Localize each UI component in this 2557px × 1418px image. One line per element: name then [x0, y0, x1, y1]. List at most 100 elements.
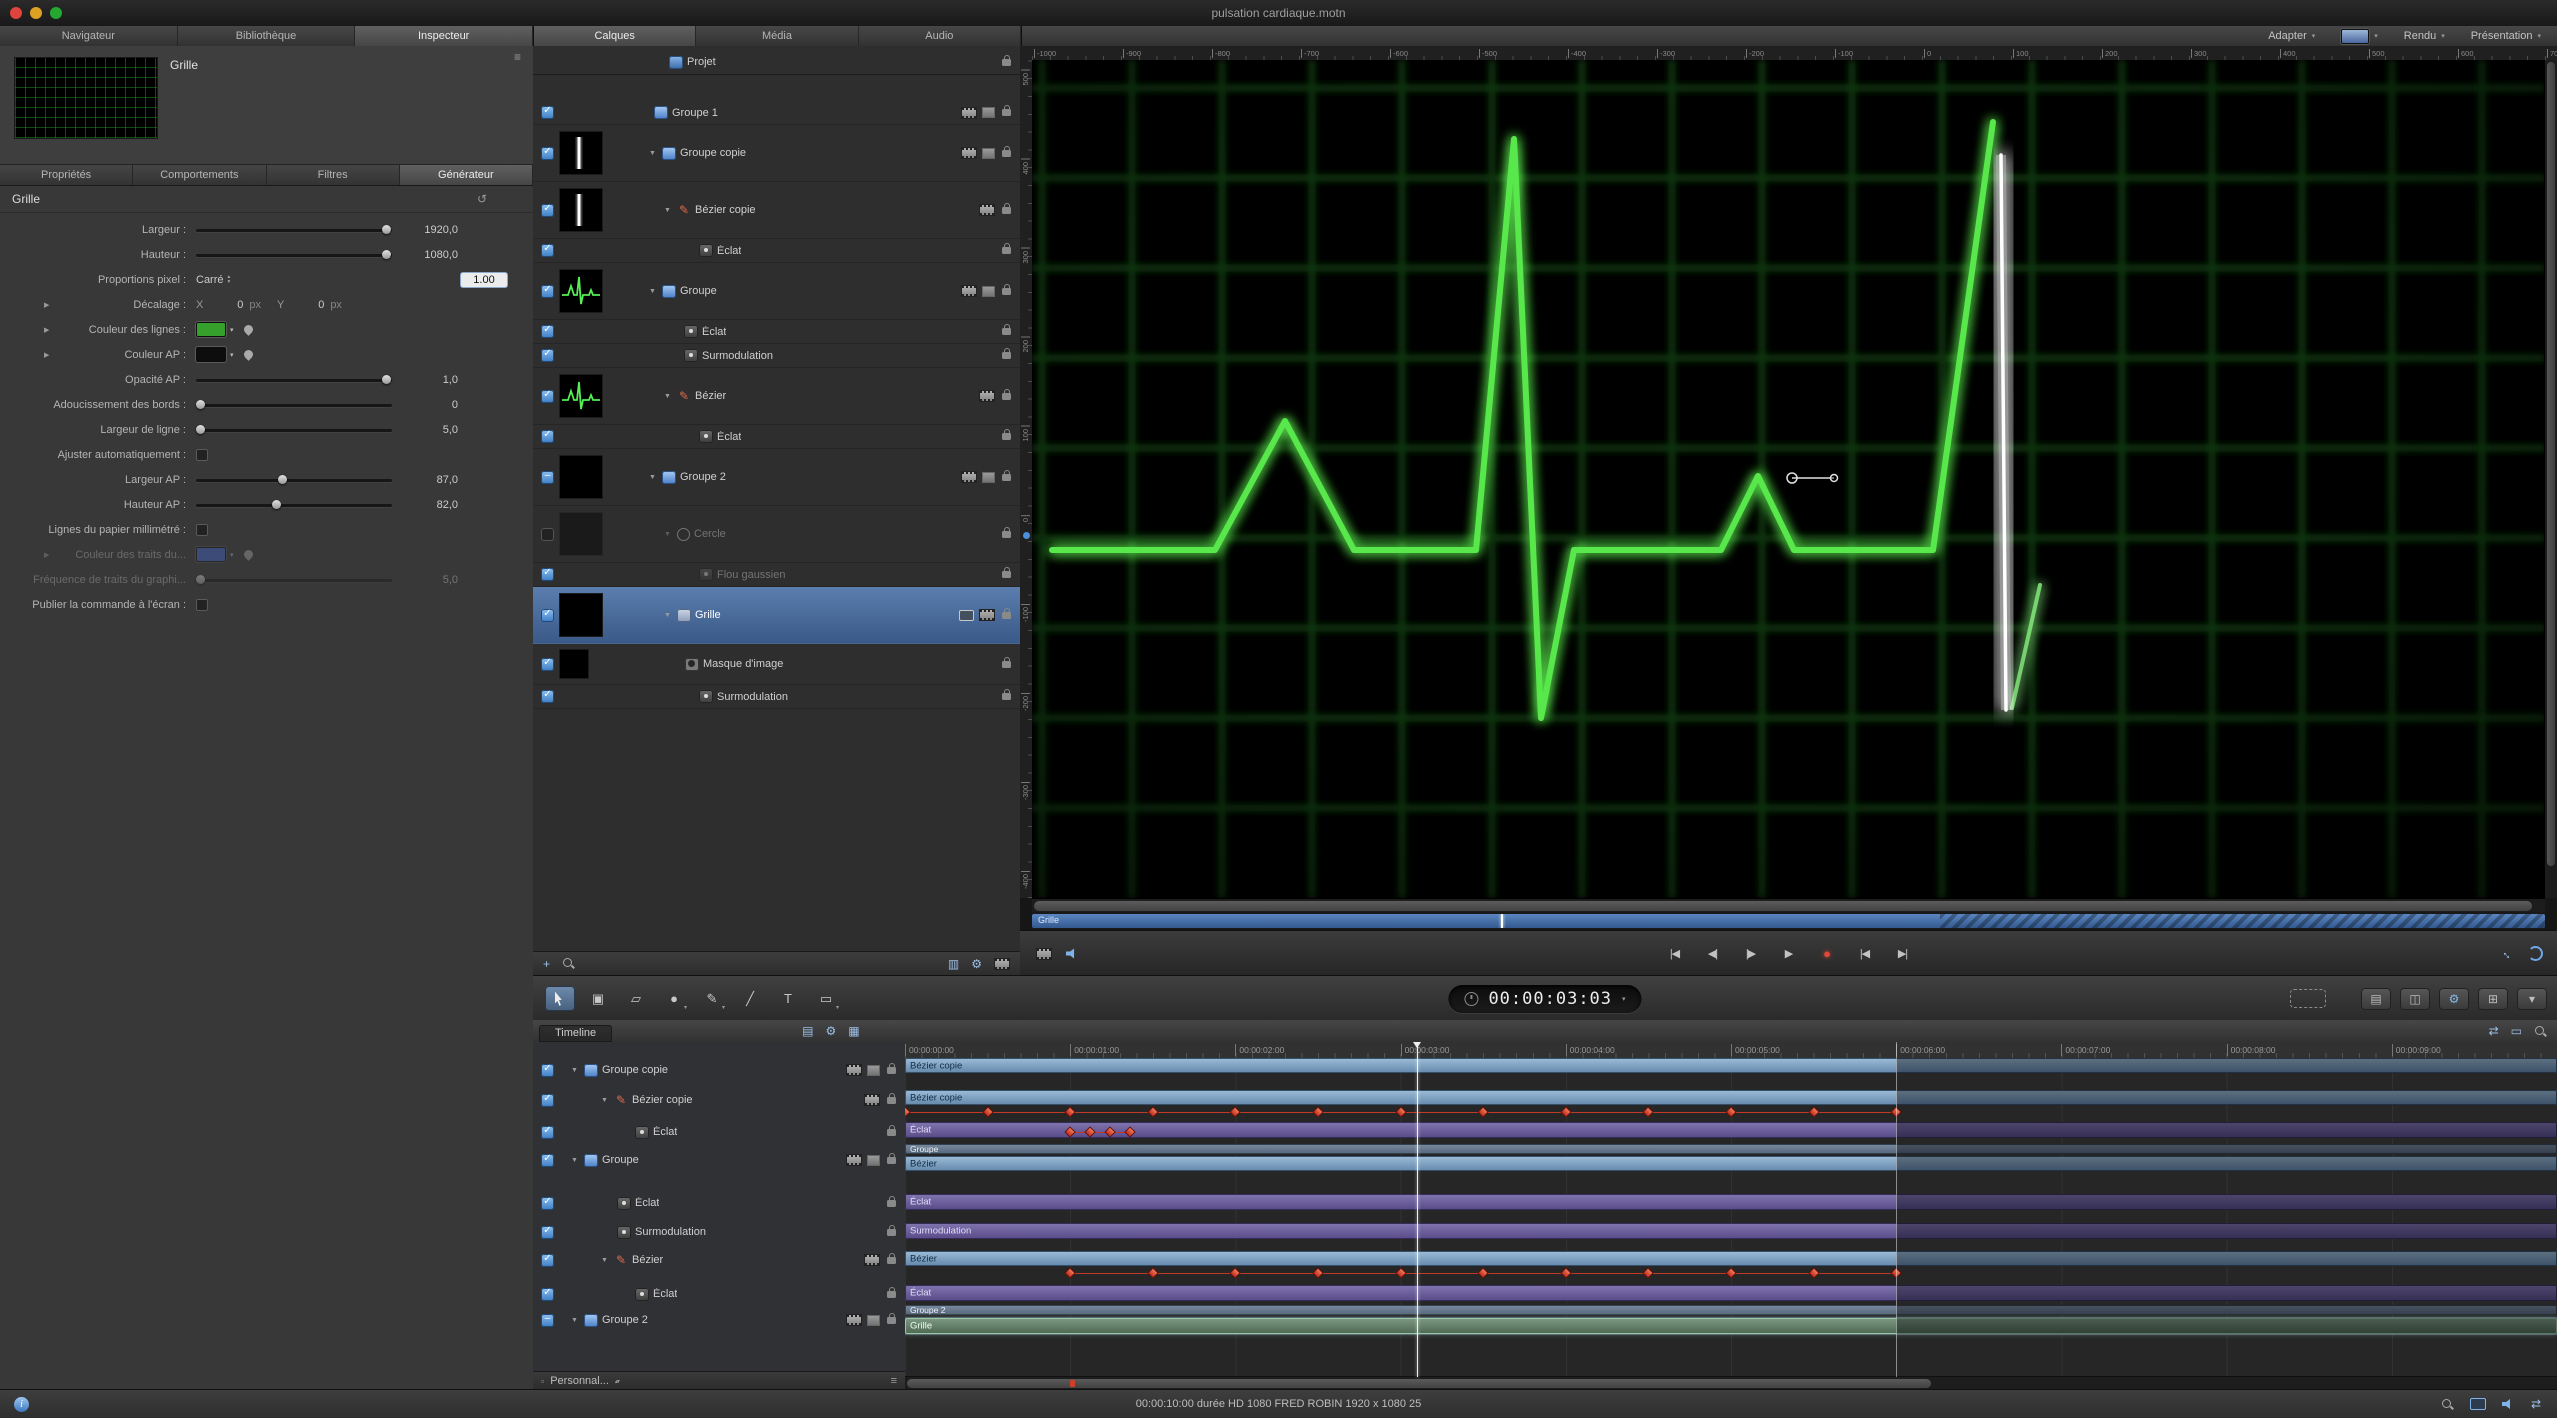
adapter-menu[interactable]: Adapter ▾	[2268, 30, 2315, 42]
layer-checkbox[interactable]	[541, 389, 554, 403]
film-icon[interactable]	[961, 471, 977, 483]
gear-button[interactable]: ⚙	[2439, 987, 2469, 1010]
keyframe-diamond[interactable]	[1313, 1268, 1323, 1278]
timeline-layer-row[interactable]: Éclat	[533, 1191, 905, 1215]
audio-icon[interactable]	[1066, 948, 1075, 959]
rendu-menu[interactable]: Rendu ▾	[2404, 30, 2445, 42]
go-to-start-button[interactable]: |◀	[1664, 947, 1686, 960]
color-swatch[interactable]	[196, 547, 226, 562]
parameter-slider[interactable]	[196, 249, 392, 261]
track-bar[interactable]: Bézier	[905, 1251, 2557, 1266]
layer-checkbox[interactable]	[541, 146, 554, 160]
timeline-track[interactable]: Éclat	[905, 1122, 2557, 1138]
color-control[interactable]: ▾	[196, 322, 255, 337]
lock-icon[interactable]	[887, 1286, 896, 1298]
film-icon[interactable]	[979, 609, 995, 621]
keyframe-diamond[interactable]	[1231, 1268, 1240, 1278]
parameter-value[interactable]: 1920,0	[386, 224, 458, 236]
disclosure-triangle[interactable]: ▶	[44, 326, 54, 334]
lock-icon[interactable]	[887, 1062, 896, 1074]
keyframe-diamond[interactable]	[1085, 1127, 1095, 1137]
layer-row[interactable]: ▼ Cercle	[533, 506, 1020, 563]
tab-générateur[interactable]: Générateur	[399, 165, 533, 185]
keyframe-diamond[interactable]	[1396, 1107, 1405, 1117]
timeline-track[interactable]: Groupe	[905, 1144, 2557, 1154]
disclosure-triangle[interactable]: ▼	[664, 612, 672, 619]
play-reverse-button[interactable]: ◀|	[1702, 947, 1724, 960]
color-well[interactable]: ▾	[2341, 28, 2378, 44]
resize-arrows-icon[interactable]: ↔	[2499, 944, 2517, 962]
track-bar[interactable]: Éclat	[905, 1285, 2557, 1301]
loop-icon[interactable]	[2528, 946, 2543, 961]
keyframe-diamond[interactable]	[905, 1107, 910, 1117]
color-swatch[interactable]	[196, 347, 226, 362]
keyframe-diamond[interactable]	[1561, 1107, 1571, 1117]
lock-icon[interactable]	[887, 1224, 896, 1236]
chevron-down-icon[interactable]: ▾	[230, 351, 234, 359]
canvas-view-icon[interactable]	[1036, 947, 1052, 960]
parameter-checkbox[interactable]	[196, 448, 208, 461]
keyframe-diamond[interactable]	[1065, 1127, 1075, 1137]
timeline-track[interactable]: Bézier copie	[905, 1090, 2557, 1117]
lock-icon[interactable]	[1002, 202, 1011, 214]
film-icon[interactable]	[846, 1064, 862, 1076]
layer-row[interactable]: ▼ Groupe copie	[533, 125, 1020, 182]
disclosure-triangle[interactable]: ▼	[601, 1097, 609, 1104]
slider-handle[interactable]	[195, 399, 205, 409]
disclosure-triangle[interactable]: ▶	[44, 351, 54, 359]
tab-navigateur[interactable]: Navigateur	[0, 26, 178, 46]
layer-checkbox[interactable]	[541, 1253, 554, 1267]
layer-checkbox[interactable]	[541, 324, 554, 338]
layer-checkbox[interactable]	[541, 348, 554, 362]
badge-icon[interactable]	[982, 471, 995, 483]
lock-icon[interactable]	[1002, 145, 1011, 157]
layer-checkbox[interactable]	[541, 1093, 554, 1107]
layer-row[interactable]: ▼ Groupe	[533, 263, 1020, 320]
keyframe-diamond[interactable]	[1105, 1127, 1115, 1137]
track-bar[interactable]: Bézier	[905, 1156, 2557, 1171]
color-swatch[interactable]	[196, 322, 226, 337]
tab-bibliothèque[interactable]: Bibliothèque	[178, 26, 356, 46]
filmstrip-icon[interactable]	[994, 957, 1010, 970]
keyframe-diamond[interactable]	[1561, 1268, 1571, 1278]
line-tool[interactable]: ╱	[735, 986, 765, 1011]
tab-filtres[interactable]: Filtres	[267, 165, 400, 185]
layer-checkbox[interactable]	[541, 284, 554, 298]
timecode-display[interactable]: 00:00:03:03 ▾	[1448, 984, 1642, 1013]
scrollbar-thumb[interactable]	[907, 1379, 1932, 1388]
next-keyframe-button[interactable]: ▶|	[1892, 947, 1914, 960]
disclosure-triangle[interactable]: ▼	[664, 531, 672, 538]
presentation-menu[interactable]: Présentation ▾	[2471, 30, 2541, 42]
lock-icon[interactable]	[887, 1252, 896, 1264]
parameter-checkbox[interactable]	[196, 598, 208, 611]
timeline-layer-row[interactable]: ▼ Groupe 2	[533, 1308, 905, 1332]
lock-icon[interactable]	[1002, 348, 1011, 359]
lock-icon[interactable]	[887, 1092, 896, 1104]
timeline-horizontal-scrollbar[interactable]	[905, 1376, 2557, 1390]
disclosure-triangle[interactable]: ▼	[649, 474, 657, 481]
lock-icon[interactable]	[1002, 105, 1011, 116]
layer-row[interactable]: Éclat	[533, 425, 1020, 449]
layer-checkbox[interactable]	[541, 1153, 554, 1167]
stepper-icon[interactable]: ▴▾	[615, 1378, 620, 1385]
timeline-track-area[interactable]: 00:00:00:00 00:00:01:00 00:00:02:00 00:00:0…	[905, 1042, 2557, 1390]
layer-row[interactable]: Surmodulation	[533, 685, 1020, 709]
layer-row[interactable]: ▼ Groupe 2	[533, 449, 1020, 506]
layer-row[interactable]: ▼ ✎ Bézier copie	[533, 182, 1020, 239]
disclosure-triangle[interactable]: ▼	[649, 150, 657, 157]
magnifier-icon[interactable]	[2441, 1398, 2454, 1411]
layer-checkbox[interactable]	[541, 1125, 554, 1139]
layer-checkbox[interactable]	[541, 608, 554, 622]
playhead[interactable]	[1417, 1042, 1419, 1377]
disclosure-triangle[interactable]: ▼	[571, 1157, 579, 1164]
chevron-down-icon[interactable]: ▾	[230, 326, 234, 334]
slider-handle[interactable]	[195, 424, 205, 434]
eyedropper-icon[interactable]	[241, 548, 255, 561]
layer-checkbox[interactable]	[541, 203, 554, 217]
layer-checkbox[interactable]	[541, 1225, 554, 1239]
timeline-track[interactable]: Éclat	[905, 1285, 2557, 1301]
chevron-down-icon[interactable]: ▾	[1622, 995, 1626, 1003]
badge-icon[interactable]	[867, 1154, 880, 1166]
speaker-icon[interactable]	[2501, 1399, 2510, 1409]
film-icon[interactable]	[961, 147, 977, 159]
